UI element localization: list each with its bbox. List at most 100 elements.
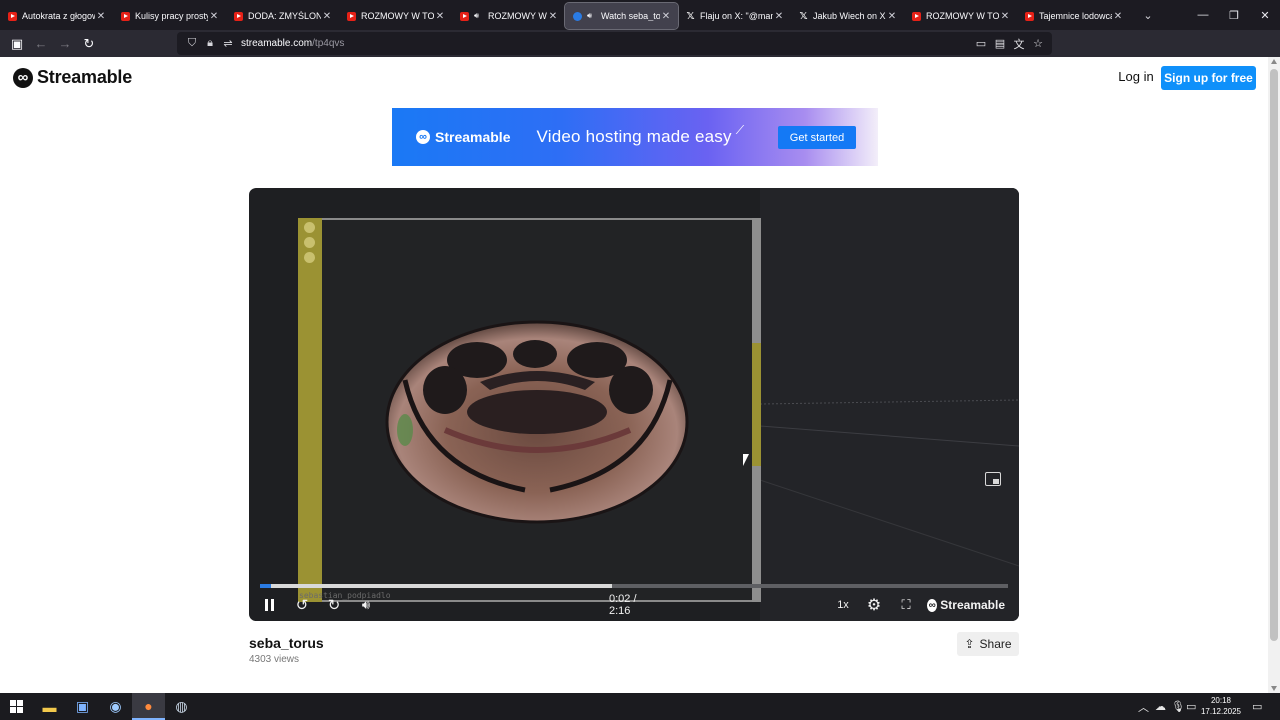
tab-close-icon[interactable]: ✕ xyxy=(1112,11,1124,22)
tab-close-icon[interactable]: ✕ xyxy=(208,11,220,22)
translate-icon[interactable]: 文 xyxy=(1013,36,1025,52)
browser-tab[interactable]: 🔊︎ ROZMOWY W TO✕ xyxy=(452,3,565,29)
player-brand-icon: ∞ xyxy=(927,598,938,612)
system-clock[interactable]: 20:18 17.12.2025 xyxy=(1198,695,1244,717)
taskbar: ▬ ▣ ◉ ● ◍ ︿ ☁ 🎙︎ ▭ 20:18 17.12.2025 ▭ xyxy=(0,693,1280,720)
permissions-icon[interactable]: ⇌ xyxy=(219,37,237,50)
reload-icon[interactable]: ↻ xyxy=(77,33,101,55)
steam-icon[interactable]: ◉ xyxy=(99,693,132,720)
browser-tab[interactable]: Autokrata z głogowsk✕ xyxy=(0,3,113,29)
youtube-icon xyxy=(347,11,356,21)
tab-title: Flaju on X: "@mamic xyxy=(700,11,773,21)
get-started-button[interactable]: Get started xyxy=(778,126,856,149)
browser-tab[interactable]: Kulisy pracy prostytu✕ xyxy=(113,3,226,29)
tab-close-icon[interactable]: ✕ xyxy=(999,11,1011,22)
video-progress-bar[interactable] xyxy=(260,584,1008,588)
streamable-logo-icon xyxy=(13,67,33,88)
signup-button[interactable]: Sign up for free xyxy=(1161,66,1256,90)
browser-tab[interactable]: DODA: ZMYŚLONE ZA✕ xyxy=(226,3,339,29)
login-link[interactable]: Log in xyxy=(1116,69,1156,85)
bookmark-star-icon[interactable]: ☆ xyxy=(1032,37,1044,50)
promo-banner[interactable]: Streamable Video hosting made easy ⟋ Get… xyxy=(392,108,878,166)
remote-desktop-icon[interactable]: ▣ xyxy=(66,693,99,720)
restore-icon[interactable]: ❐ xyxy=(1218,0,1250,30)
clock-time: 20:18 xyxy=(1210,696,1232,705)
settings-gear-icon[interactable]: ⚙ xyxy=(865,593,883,617)
site-logo[interactable]: Streamable xyxy=(13,67,132,88)
progress-played xyxy=(260,584,272,588)
fullscreen-icon[interactable]: ⛶ xyxy=(897,593,915,617)
shield-icon[interactable]: ⛉ xyxy=(183,37,201,50)
scroll-down-icon[interactable] xyxy=(1271,686,1277,691)
tab-title: Watch seba_toru xyxy=(601,11,660,21)
youtube-icon xyxy=(460,11,469,21)
tray-chevron-icon[interactable]: ︿ xyxy=(1138,693,1149,720)
firefox-icon[interactable]: ● xyxy=(132,693,165,720)
tab-close-icon[interactable]: ✕ xyxy=(434,11,446,22)
start-button[interactable] xyxy=(0,693,33,720)
youtube-icon xyxy=(234,11,243,21)
forward-10-icon[interactable]: ↻ xyxy=(325,593,343,617)
player-controls: ↺ ↻ 🔊︎ 0:02 / 2:16 1x ⚙ ⛶ ∞ Streamable xyxy=(249,593,1019,617)
back-icon[interactable]: ← xyxy=(29,33,53,55)
onedrive-icon[interactable]: ☁ xyxy=(1155,693,1166,720)
playback-speed-button[interactable]: 1x xyxy=(834,593,852,617)
picture-in-picture-icon[interactable]: ▭ xyxy=(975,37,987,50)
tab-close-icon[interactable]: ✕ xyxy=(95,11,107,22)
tab-close-icon[interactable]: ✕ xyxy=(886,11,898,22)
tab-title: Jakub Wiech on X: "Z xyxy=(813,11,886,21)
tab-close-icon[interactable]: ✕ xyxy=(321,11,333,22)
video-side-panel xyxy=(298,218,322,602)
tab-title: Kulisy pracy prostytu xyxy=(135,11,208,21)
notifications-icon[interactable]: ▭ xyxy=(1252,693,1262,720)
tab-audio-icon[interactable]: 🔊︎ xyxy=(474,11,484,21)
scroll-up-icon[interactable] xyxy=(1271,59,1277,64)
lock-icon[interactable]: 🔒︎ xyxy=(201,37,219,50)
tab-close-icon[interactable]: ✕ xyxy=(547,11,559,22)
browser-tab[interactable]: 𝕏 Flaju on X: "@mamic✕ xyxy=(678,3,791,29)
list-all-tabs-icon[interactable]: ⌄ xyxy=(1136,9,1160,22)
microphone-icon[interactable]: 🎙︎ xyxy=(1171,693,1185,720)
share-icon: ⇪ xyxy=(964,637,975,651)
pip-expand-icon[interactable] xyxy=(985,472,1001,486)
pause-button[interactable] xyxy=(261,593,277,617)
tab-audio-icon[interactable]: 🔊︎ xyxy=(587,11,597,21)
browser-tab[interactable]: 𝕏 Jakub Wiech on X: "Z✕ xyxy=(791,3,904,29)
youtube-icon xyxy=(8,11,17,21)
app-icon[interactable]: ◍ xyxy=(165,693,198,720)
youtube-icon xyxy=(121,11,130,21)
view-count: 4303 views xyxy=(249,654,300,665)
network-icon[interactable]: ▭ xyxy=(1186,693,1196,720)
browser-tab[interactable]: ROZMOWY W TOKU✕ xyxy=(904,3,1017,29)
browser-tab[interactable]: ROZMOWY W TOKU✕ xyxy=(339,3,452,29)
banner-tagline: Video hosting made easy xyxy=(536,127,732,146)
tab-close-icon[interactable]: ✕ xyxy=(773,11,785,22)
tab-title: Tajemnice lodowca - xyxy=(1039,11,1112,21)
sidebar-toggle-icon[interactable]: ▣ xyxy=(5,33,29,55)
streamable-icon xyxy=(573,11,582,21)
browser-tab[interactable]: Tajemnice lodowca -✕ xyxy=(1017,3,1130,29)
minimize-icon[interactable]: — xyxy=(1187,0,1219,30)
forward-icon[interactable]: → xyxy=(53,33,77,55)
address-bar[interactable]: ⛉ 🔒︎ ⇌ streamable.com/tp4qvs ▭ ▤ 文 ☆ xyxy=(177,32,1052,55)
player-brand-link[interactable]: ∞ Streamable xyxy=(927,593,1005,617)
file-explorer-icon[interactable]: ▬ xyxy=(33,693,66,720)
page-content: Streamable Log in Sign up for free Strea… xyxy=(0,57,1268,693)
tab-title: DODA: ZMYŚLONE ZA xyxy=(248,11,321,21)
x-icon: 𝕏 xyxy=(686,10,695,22)
tab-close-icon[interactable]: ✕ xyxy=(660,11,672,22)
scrollbar-thumb[interactable] xyxy=(1270,69,1278,641)
rewind-10-icon[interactable]: ↺ xyxy=(293,593,311,617)
video-right-yellow xyxy=(752,343,761,466)
time-display: 0:02 / 2:16 xyxy=(609,593,637,617)
progress-buffered xyxy=(260,584,612,588)
volume-icon[interactable]: 🔊︎ xyxy=(357,593,375,617)
share-button[interactable]: ⇪ Share xyxy=(957,632,1019,656)
video-title: seba_torus xyxy=(249,635,324,651)
page-scrollbar[interactable] xyxy=(1268,57,1280,693)
close-window-icon[interactable]: ✕ xyxy=(1249,0,1280,30)
clock-date: 17.12.2025 xyxy=(1200,707,1242,716)
browser-tab[interactable]: 🔊︎ Watch seba_toru✕ xyxy=(564,2,679,30)
reader-view-icon[interactable]: ▤ xyxy=(994,37,1006,50)
video-player[interactable]: sebastian_podpiadlo ↺ ↻ 🔊︎ 0:02 / 2:16 1… xyxy=(249,188,1019,621)
